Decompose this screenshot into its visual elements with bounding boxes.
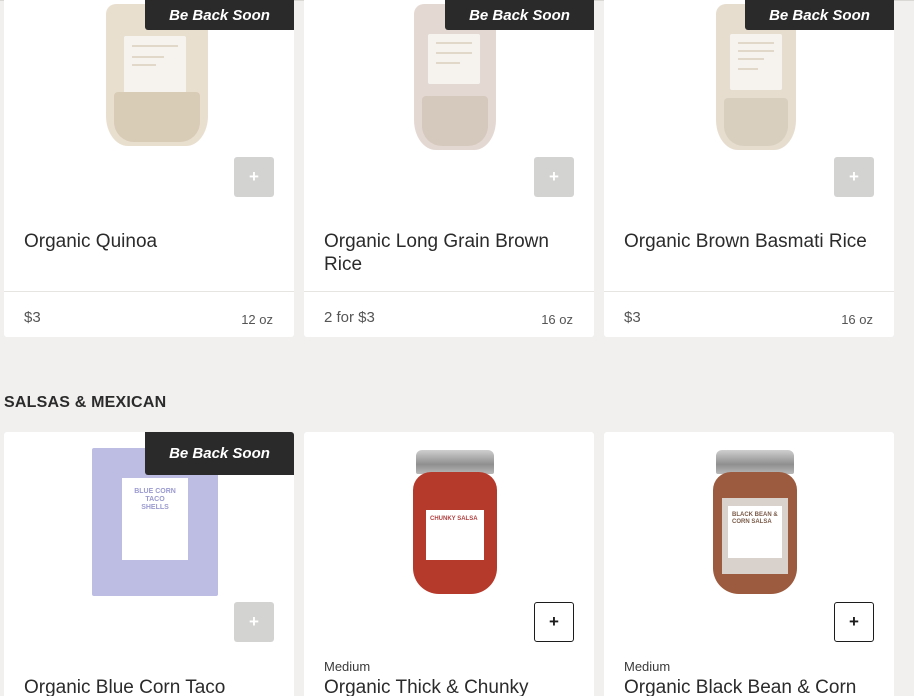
add-to-cart-button[interactable]: + bbox=[834, 602, 874, 642]
add-to-cart-button[interactable]: + bbox=[234, 602, 274, 642]
add-to-cart-button[interactable]: + bbox=[234, 157, 274, 197]
product-name[interactable]: Organic Quinoa bbox=[24, 230, 274, 253]
product-size: 16 oz bbox=[841, 312, 873, 327]
product-size: 12 oz bbox=[241, 312, 273, 327]
product-name[interactable]: Organic Thick & Chunky bbox=[324, 676, 574, 696]
product-name[interactable]: Organic Black Bean & Corn bbox=[624, 676, 874, 696]
be-back-soon-badge: Be Back Soon bbox=[445, 0, 594, 30]
product-name[interactable]: Organic Blue Corn Taco bbox=[24, 676, 274, 696]
add-to-cart-button[interactable]: + bbox=[534, 602, 574, 642]
product-image-chunky-salsa: CHUNKY SALSA bbox=[412, 448, 498, 596]
be-back-soon-badge: Be Back Soon bbox=[145, 432, 294, 475]
product-image-black-bean-corn-salsa: BLACK BEAN & CORN SALSA bbox=[712, 448, 798, 596]
be-back-soon-badge: Be Back Soon bbox=[145, 0, 294, 30]
product-card-quinoa[interactable]: Be Back Soon + Organic Quinoa $3 12 oz bbox=[4, 0, 294, 337]
product-variant: Medium bbox=[624, 659, 671, 674]
product-card-blue-corn-taco[interactable]: BLUE CORN TACO SHELLS Be Back Soon + Organ… bbox=[4, 432, 294, 696]
product-price: $3 bbox=[624, 309, 641, 326]
section-title: SALSAS & MEXICAN bbox=[4, 394, 167, 411]
product-price: 2 for $3 bbox=[324, 309, 375, 326]
be-back-soon-badge: Be Back Soon bbox=[745, 0, 894, 30]
product-variant: Medium bbox=[324, 659, 371, 674]
product-card-long-grain-brown-rice[interactable]: Be Back Soon + Organic Long Grain Brown … bbox=[304, 0, 594, 337]
card-divider bbox=[4, 291, 294, 292]
product-card-black-bean-corn-salsa[interactable]: BLACK BEAN & CORN SALSA + Medium Organic… bbox=[604, 432, 894, 696]
product-price: $3 bbox=[24, 309, 41, 326]
product-size: 16 oz bbox=[541, 312, 573, 327]
product-grid-page: Be Back Soon + Organic Quinoa $3 12 oz B… bbox=[0, 0, 914, 696]
product-card-thick-chunky-salsa[interactable]: CHUNKY SALSA + Medium Organic Thick & Ch… bbox=[304, 432, 594, 696]
card-divider bbox=[304, 291, 594, 292]
add-to-cart-button[interactable]: + bbox=[834, 157, 874, 197]
product-name[interactable]: Organic Long Grain Brown Rice bbox=[324, 230, 574, 276]
add-to-cart-button[interactable]: + bbox=[534, 157, 574, 197]
card-divider bbox=[604, 291, 894, 292]
product-card-brown-basmati-rice[interactable]: Be Back Soon + Organic Brown Basmati Ric… bbox=[604, 0, 894, 337]
product-name[interactable]: Organic Brown Basmati Rice bbox=[624, 230, 874, 253]
